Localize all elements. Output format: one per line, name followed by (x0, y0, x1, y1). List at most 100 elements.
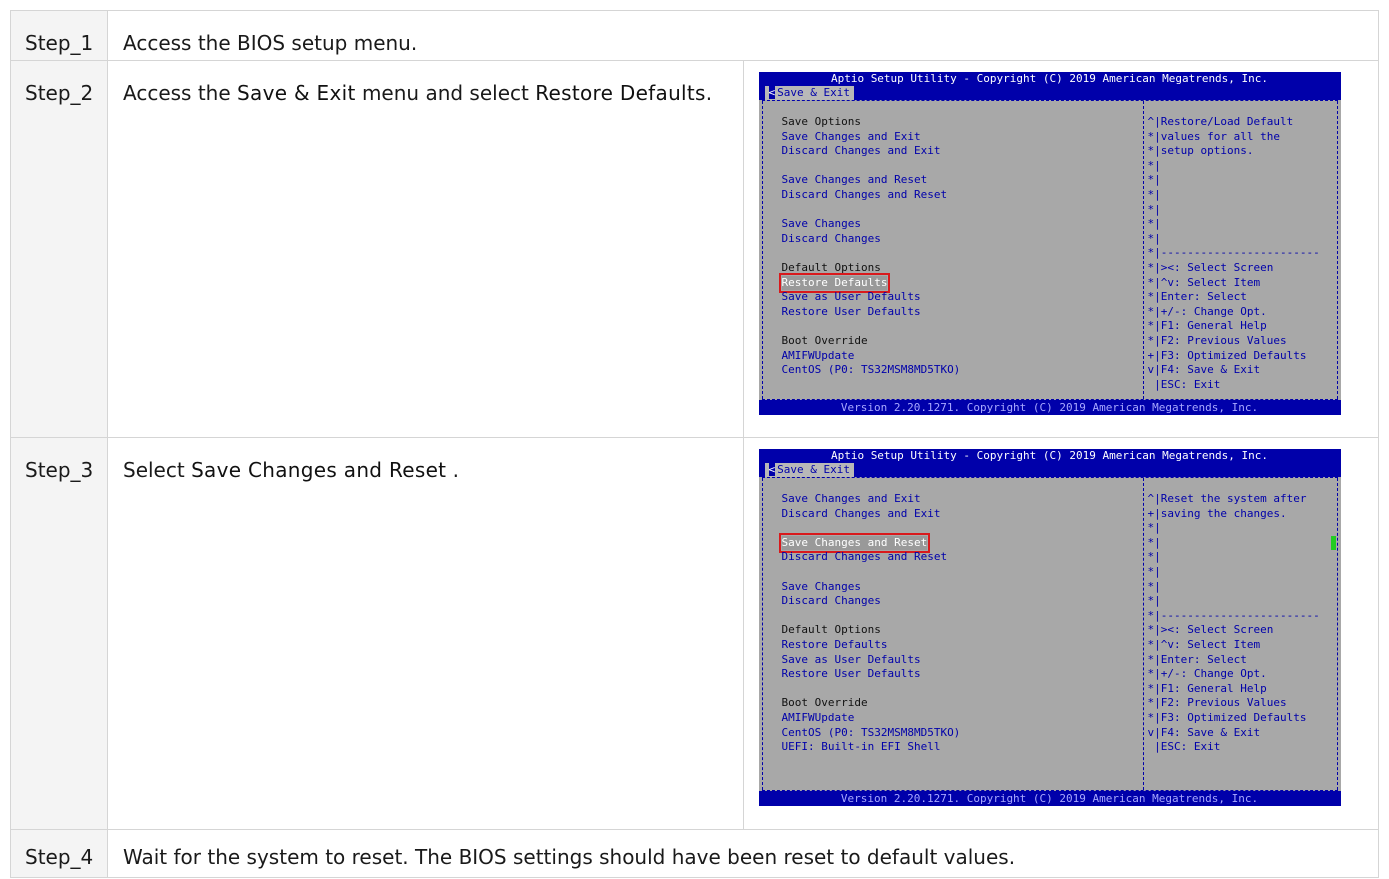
bios-help-line: *| (1147, 231, 1161, 245)
bios-help-line: *|Enter: Select (1147, 652, 1247, 666)
bios-option-label: Discard Changes and Reset (781, 550, 948, 564)
bios-section-header: Boot Override (781, 333, 868, 347)
bios-help-line: *|><: Select Screen (1147, 623, 1274, 637)
bios-section-header: Boot Override (781, 696, 868, 710)
bios-selected-option-label: Restore Defaults (778, 272, 891, 294)
bios-option[interactable]: Restore User Defaults (782, 305, 961, 320)
bios-blank-line (782, 319, 961, 334)
bios-help-line: *|^v: Select Item (1147, 275, 1261, 289)
bios-option-label: UEFI: Built-in EFI Shell (781, 740, 941, 754)
bios-help-line: *| (1147, 202, 1161, 216)
bios-help-line: *|><: Select Screen (1147, 260, 1274, 274)
bios-option[interactable]: Discard Changes and Exit (782, 144, 961, 159)
bios-blank-line (782, 203, 961, 218)
bios-body: Save Options Save Changes and Exit Discard… (761, 100, 1338, 400)
scrollbar-thumb[interactable] (1330, 536, 1336, 550)
bios-option-label: CentOS (P0: TS32MSM8MD5TKO) (781, 363, 961, 377)
bios-help-line: *|F3: Optimized Defaults (1147, 710, 1307, 724)
bios-option-label: Restore User Defaults (781, 304, 921, 318)
bios-option[interactable]: Discard Changes and Reset (782, 550, 961, 565)
bios-border-right (1336, 478, 1338, 790)
bios-option-label: AMIFWUpdate (781, 348, 855, 362)
bios-option[interactable]: Discard Changes and Exit (782, 507, 961, 522)
step-text-part: . (705, 81, 713, 105)
step-text-part: Select (123, 458, 192, 482)
bios-help-line: *|------------------------ (1147, 246, 1320, 260)
bios-help-line: *|------------------------ (1147, 608, 1320, 622)
bios-help-line: *|^v: Select Item (1147, 637, 1261, 651)
bios-option[interactable]: AMIFWUpdate (782, 349, 961, 364)
bios-blank-line (782, 246, 961, 261)
bios-help-line: |ESC: Exit (1147, 377, 1221, 391)
bios-option-label: Discard Changes and Reset (781, 187, 948, 201)
bios-help-line: *|F2: Previous Values (1147, 333, 1287, 347)
bios-option[interactable]: Save Changes (782, 580, 961, 595)
bios-tab: < Save & Exit (764, 86, 854, 100)
step-label: Step_2 (10, 60, 108, 438)
bios-screenshot: Aptio Setup Utility - Copyright (C) 2019… (758, 449, 1341, 806)
bios-selected-option[interactable]: Restore Defaults (778, 272, 961, 294)
bios-header: Aptio Setup Utility - Copyright (C) 2019… (758, 449, 1341, 477)
bios-option[interactable]: Save Changes and Exit (782, 492, 961, 507)
step-text-part: . (446, 458, 460, 482)
bios-blank-line (782, 565, 961, 580)
bios-help-line: *| (1147, 550, 1161, 564)
bios-option-label: CentOS (P0: TS32MSM8MD5TKO) (781, 725, 961, 739)
bios-option-label: Save Changes and Exit (781, 129, 921, 143)
bios-option-label: AMIFWUpdate (781, 710, 855, 724)
bios-help-line: +|F3: Optimized Defaults (1147, 348, 1307, 362)
bios-option-label: Save Changes (781, 217, 861, 231)
bios-help-line: *| (1147, 535, 1161, 549)
bios-help-line: *| (1147, 579, 1161, 593)
step-label: Step_1 (10, 10, 108, 61)
bios-border-left (761, 478, 763, 790)
bios-border-right (1336, 101, 1338, 399)
bios-selected-option[interactable]: Save Changes and Reset (778, 532, 961, 554)
bios-option[interactable]: Save as User Defaults (782, 290, 961, 305)
bios-section: Default Options (782, 261, 961, 276)
step-row: Step_3 Select Save Changes and Reset . A… (10, 437, 1379, 830)
bios-option[interactable]: Discard Changes (782, 594, 961, 609)
bios-help-line: *| (1147, 187, 1161, 201)
bios-option-label: Save Changes and Reset (781, 173, 928, 187)
bios-screenshot: Aptio Setup Utility - Copyright (C) 2019… (758, 72, 1341, 415)
bios-option[interactable]: Save Changes (782, 217, 961, 232)
menu-keyword: Save & Exit (237, 81, 356, 105)
bios-option[interactable]: Save as User Defaults (782, 653, 961, 668)
step-text-part: Access the (123, 81, 238, 105)
bios-blank-line (782, 682, 961, 697)
bios-option-label: Discard Changes (781, 231, 881, 245)
bios-option[interactable]: CentOS (P0: TS32MSM8MD5TKO) (782, 363, 961, 378)
bios-help-line: v|F4: Save & Exit (1147, 725, 1261, 739)
bios-footer: Version 2.20.1271. Copyright (C) 2019 Am… (758, 400, 1341, 415)
bios-options-list: Save Options Save Changes and Exit Discard… (778, 115, 961, 378)
bios-help-line: *|setup options. (1147, 144, 1254, 158)
bios-option[interactable]: UEFI: Built-in EFI Shell (782, 740, 961, 755)
bios-selected-option-label: Save Changes and Reset (778, 532, 931, 554)
bios-help-line: *| (1147, 594, 1161, 608)
bios-option[interactable]: Restore Defaults (782, 638, 961, 653)
bios-help-line: ^|Reset the system after (1147, 492, 1307, 505)
bios-option-label: Discard Changes and Exit (781, 144, 941, 158)
bios-option[interactable]: CentOS (P0: TS32MSM8MD5TKO) (782, 726, 961, 741)
bios-header: Aptio Setup Utility - Copyright (C) 2019… (758, 72, 1341, 100)
bios-divider (1142, 478, 1144, 790)
bios-title: Aptio Setup Utility - Copyright (C) 2019… (830, 449, 1269, 462)
bios-option[interactable]: Restore User Defaults (782, 667, 961, 682)
bios-help-line: ^|Restore/Load Default (1147, 115, 1294, 128)
bios-help-line: *|values for all the (1147, 129, 1280, 143)
left-arrow-icon: < (768, 463, 776, 476)
bios-title: Aptio Setup Utility - Copyright (C) 2019… (830, 72, 1269, 85)
bios-section: Boot Override (782, 334, 961, 349)
bios-help-line: |ESC: Exit (1147, 740, 1221, 754)
step-text: Wait for the system to reset. The BIOS s… (107, 829, 1379, 878)
bios-option-label: Restore Defaults (781, 637, 888, 651)
bios-option[interactable]: AMIFWUpdate (782, 711, 961, 726)
bios-help-line: *| (1147, 217, 1161, 231)
bios-option[interactable]: Discard Changes (782, 232, 961, 247)
bios-option[interactable]: Discard Changes and Reset (782, 188, 961, 203)
bios-tab-label: Save & Exit (777, 86, 850, 99)
bios-option-label: Discard Changes and Exit (781, 506, 941, 520)
bios-option[interactable]: Save Changes and Exit (782, 130, 961, 145)
bios-option[interactable]: Save Changes and Reset (782, 173, 961, 188)
